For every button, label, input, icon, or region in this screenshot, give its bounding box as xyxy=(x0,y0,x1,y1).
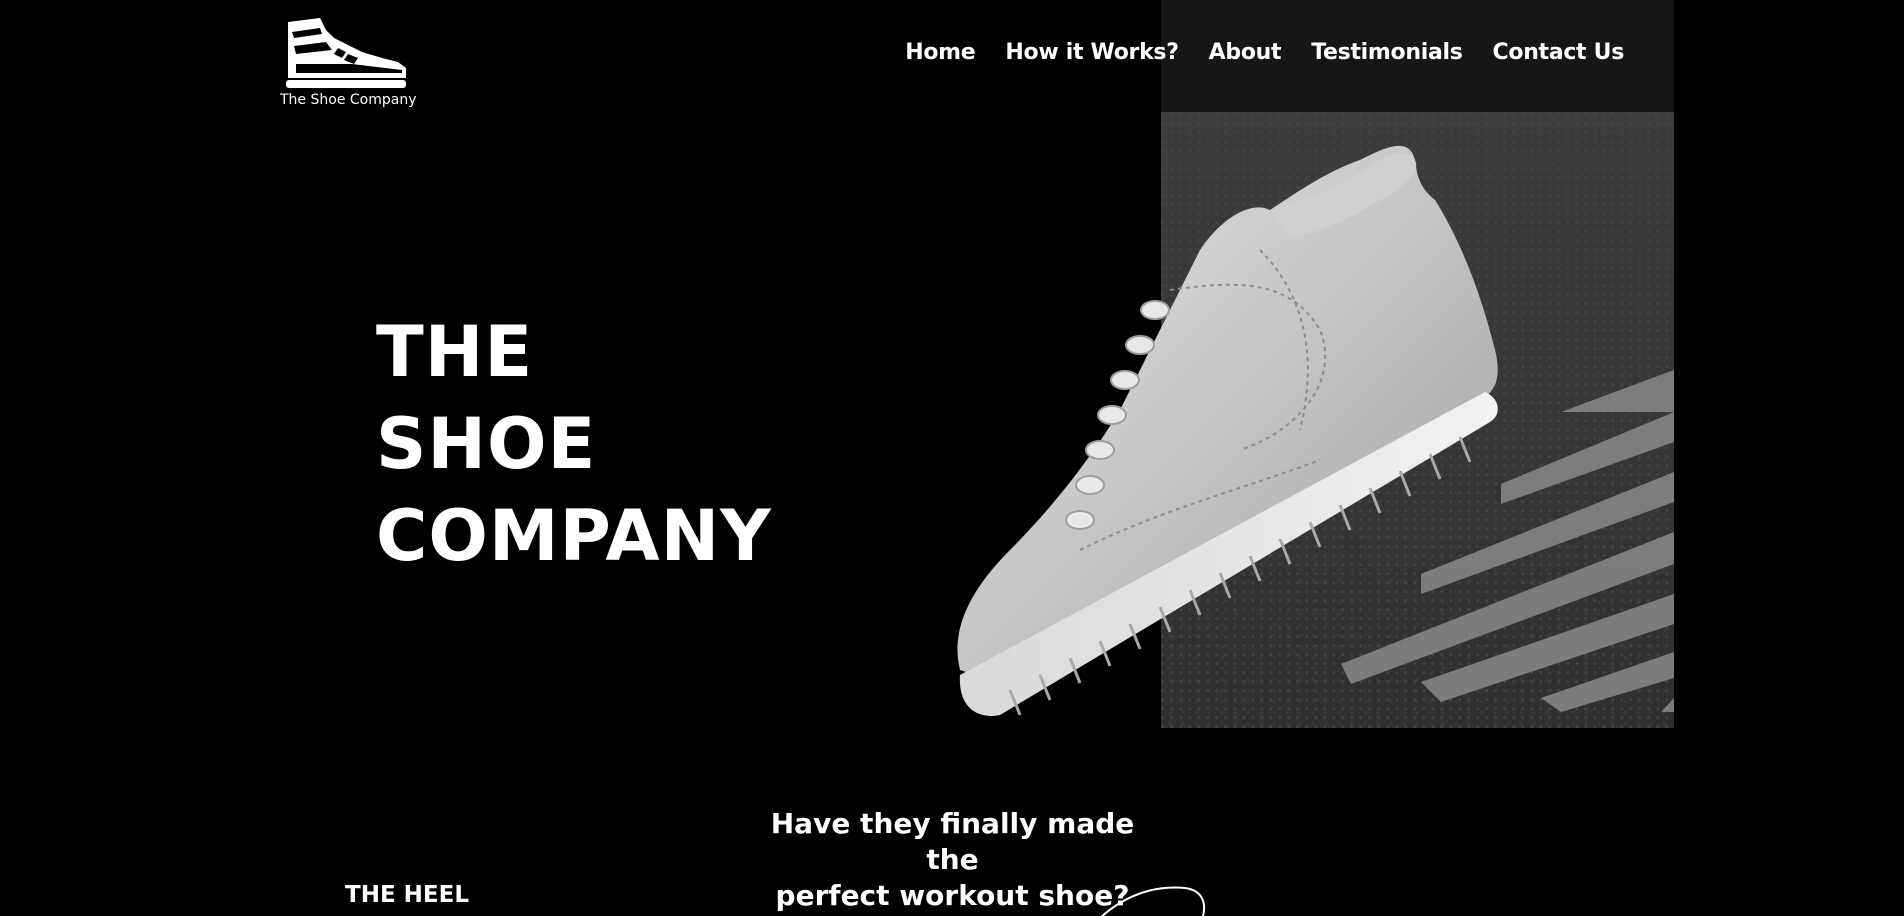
nav-how-it-works[interactable]: How it Works? xyxy=(1005,40,1179,65)
main-nav: Home How it Works? About Testimonials Co… xyxy=(905,40,1624,65)
hero-title: THE SHOE COMPANY xyxy=(376,306,772,582)
section-label-heel: THE HEEL xyxy=(345,882,469,908)
brand-logo[interactable]: The Shoe Company xyxy=(280,18,416,114)
nav-about[interactable]: About xyxy=(1209,40,1282,65)
hero-title-line: THE xyxy=(376,311,534,393)
tagline-line: Have they finally made the xyxy=(770,807,1135,876)
nav-testimonials[interactable]: Testimonials xyxy=(1311,40,1463,65)
nav-home[interactable]: Home xyxy=(905,40,975,65)
hero-title-line: COMPANY xyxy=(376,495,772,577)
brand-name: The Shoe Company xyxy=(280,92,417,108)
page: The Shoe Company Home How it Works? Abou… xyxy=(0,0,1904,916)
hero-title-line: SHOE xyxy=(376,403,597,485)
hero-sneaker-image xyxy=(957,145,1498,716)
nav-contact-us[interactable]: Contact Us xyxy=(1493,40,1625,65)
decorative-swoosh-line xyxy=(1100,886,1205,916)
sneaker-logo-icon xyxy=(286,18,406,88)
